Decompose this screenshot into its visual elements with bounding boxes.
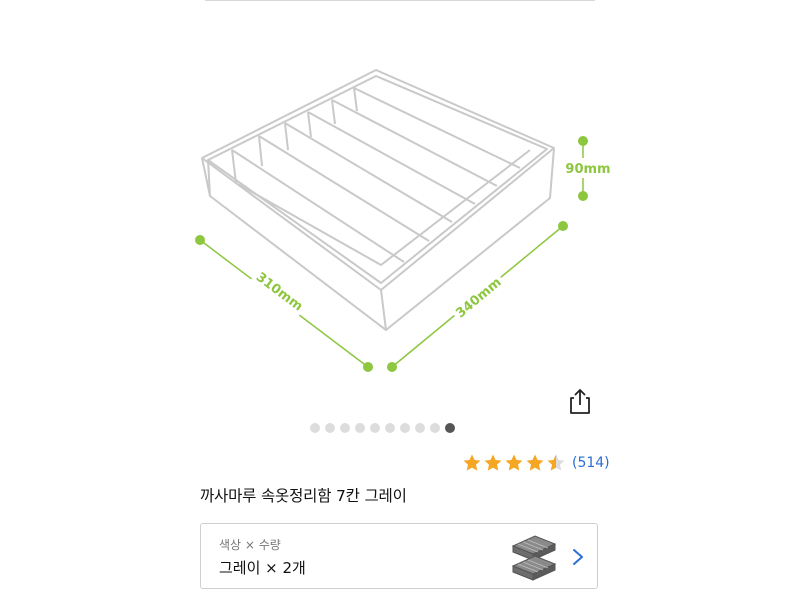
share-button[interactable] — [566, 386, 594, 416]
star-icon — [463, 454, 481, 471]
star-icon — [526, 454, 544, 471]
star-icon — [505, 454, 523, 471]
rating: (514) — [462, 452, 610, 474]
pager-dot[interactable] — [310, 423, 320, 433]
share-icon — [570, 389, 590, 414]
chevron-right-icon — [573, 549, 583, 565]
option-value: 그레이 × 2개 — [219, 559, 306, 577]
star-icon — [547, 454, 565, 471]
pager-dot[interactable] — [340, 423, 350, 433]
product-page: 310mm 340mm 90mm (514) 까사마루 속옷정리함 7칸 그레이… — [0, 0, 800, 600]
product-title: 까사마루 속옷정리함 7칸 그레이 — [200, 487, 407, 505]
image-pager — [310, 422, 490, 434]
pager-dot[interactable] — [325, 423, 335, 433]
rating-stars — [462, 453, 567, 473]
pager-dot[interactable] — [355, 423, 365, 433]
pager-dot[interactable] — [445, 423, 455, 433]
option-label: 색상 × 수량 — [219, 538, 281, 552]
star-icon — [484, 454, 502, 471]
pager-dot[interactable] — [370, 423, 380, 433]
pager-dot[interactable] — [400, 423, 410, 433]
dimension-height-label: 90mm — [565, 162, 610, 177]
pager-dot[interactable] — [385, 423, 395, 433]
product-image[interactable]: 310mm 340mm 90mm — [0, 0, 800, 390]
review-count-link[interactable]: (514) — [572, 455, 610, 471]
pager-dot[interactable] — [415, 423, 425, 433]
option-selector[interactable]: 색상 × 수량 그레이 × 2개 — [200, 523, 598, 589]
option-thumbnail — [511, 535, 557, 581]
pager-dot[interactable] — [430, 423, 440, 433]
